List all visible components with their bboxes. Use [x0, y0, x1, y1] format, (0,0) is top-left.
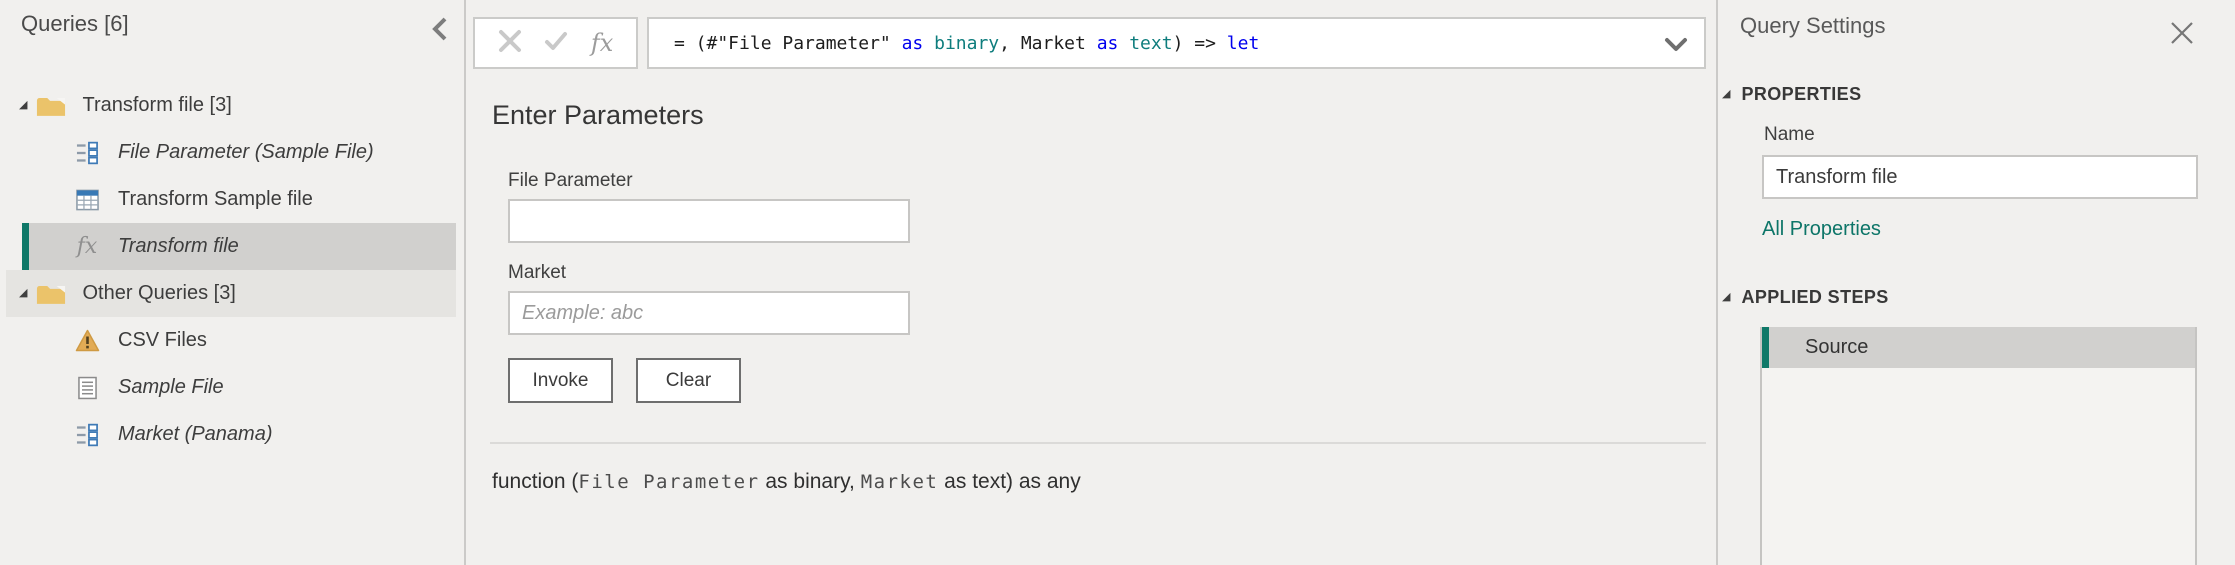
query-item-label: CSV Files: [118, 329, 207, 352]
formula-token-keyword: as: [902, 33, 924, 54]
section-collapse-icon: ◢: [1722, 292, 1730, 303]
query-item-csv-files[interactable]: CSV Files: [0, 317, 456, 364]
all-properties-link[interactable]: All Properties: [1762, 218, 1881, 241]
query-item-label: Transform Sample file: [118, 188, 313, 211]
applied-steps-header-label: APPLIED STEPS: [1741, 287, 1888, 308]
query-item-file-parameter-sample-file[interactable]: File Parameter (Sample File): [0, 129, 456, 176]
selected-accent-bar: [22, 223, 29, 270]
formula-token-plain: , Market: [999, 33, 1097, 54]
selected-accent-bar: [1762, 327, 1769, 368]
properties-header-label: PROPERTIES: [1741, 84, 1861, 105]
close-query-settings-button[interactable]: [2170, 21, 2194, 45]
query-item-label: Sample File: [118, 376, 224, 399]
expand-triangle-icon[interactable]: ◢: [19, 100, 27, 111]
enter-parameters-heading: Enter Parameters: [492, 100, 704, 131]
fx-icon[interactable]: fx: [591, 31, 613, 55]
cancel-formula-icon[interactable]: [498, 29, 522, 58]
function-icon: fx: [72, 236, 102, 258]
commit-formula-icon[interactable]: [544, 29, 568, 58]
function-signature: function (File Parameter as binary, Mark…: [492, 470, 1081, 494]
query-item-market-panama[interactable]: Market (Panama): [0, 411, 456, 458]
signature-text: as text) as any: [938, 470, 1080, 493]
formula-input[interactable]: = (#"File Parameter" as binary, Market a…: [647, 17, 1706, 69]
formula-token-plain: ) =>: [1173, 33, 1227, 54]
table-icon: [72, 189, 102, 211]
applied-steps-section-header[interactable]: ◢ APPLIED STEPS: [1722, 287, 1889, 308]
signature-parameter: File Parameter: [578, 471, 759, 493]
query-settings-divider: [1716, 0, 1718, 565]
signature-parameter: Market: [861, 471, 939, 493]
applied-steps-list: Source: [1760, 327, 2197, 565]
query-item-label: Market (Panama): [118, 423, 273, 446]
signature-text: function (: [492, 470, 578, 493]
market-input[interactable]: [508, 291, 910, 335]
query-settings-title: Query Settings: [1740, 13, 1886, 39]
expand-formula-chevron-down-icon[interactable]: [1664, 37, 1688, 58]
market-label: Market: [508, 262, 566, 284]
folder-icon: [36, 281, 66, 306]
formula-token-type: text: [1129, 33, 1172, 54]
document-icon: [72, 376, 102, 400]
folder-icon: [36, 93, 66, 118]
collapse-queries-pane-button[interactable]: [430, 16, 452, 42]
properties-section-header[interactable]: ◢ PROPERTIES: [1722, 84, 1862, 105]
chevron-left-icon: [430, 29, 452, 46]
clear-button[interactable]: Clear: [636, 358, 741, 403]
formula-token-keyword: as: [1097, 33, 1119, 54]
queries-pane-title: Queries [6]: [21, 11, 129, 37]
parameter-icon: [72, 141, 102, 165]
name-label: Name: [1764, 124, 1815, 146]
query-item-label: Transform file [3]: [82, 94, 231, 117]
query-item-transform-file[interactable]: fx Transform file: [22, 223, 456, 270]
parameter-icon: [72, 423, 102, 447]
file-parameter-label: File Parameter: [508, 170, 633, 192]
query-item-label: File Parameter (Sample File): [118, 141, 374, 164]
formula-bar-actions: fx: [473, 17, 638, 69]
query-item-transform-sample-file[interactable]: Transform Sample file: [0, 176, 456, 223]
invoke-button[interactable]: Invoke: [508, 358, 613, 403]
warning-icon: [72, 329, 102, 352]
query-name-input[interactable]: [1762, 155, 2198, 199]
applied-step-source[interactable]: Source: [1762, 327, 2195, 368]
form-divider: [490, 442, 1706, 444]
signature-text: as binary,: [760, 470, 861, 493]
formula-token-plain: = (#"File Parameter": [674, 33, 902, 54]
section-collapse-icon: ◢: [1722, 89, 1730, 100]
formula-token-keyword: let: [1227, 33, 1260, 54]
file-parameter-input[interactable]: [508, 199, 910, 243]
query-item-sample-file[interactable]: Sample File: [0, 364, 456, 411]
query-item-label: Transform file: [118, 235, 239, 258]
query-item-transform-file-3[interactable]: ◢ Transform file [3]: [6, 82, 456, 129]
formula-token-type: binary: [934, 33, 999, 54]
formula-text: = (#"File Parameter" as binary, Market a…: [674, 33, 1259, 54]
query-item-label: Other Queries [3]: [82, 282, 235, 305]
formula-token-plain: [1118, 33, 1129, 54]
sidebar-divider: [464, 0, 466, 565]
queries-pane: Queries [6] ◢ Transform file [3] File Para…: [0, 0, 464, 565]
query-item-other-queries-3[interactable]: ◢ Other Queries [3]: [6, 270, 456, 317]
formula-token-plain: [923, 33, 934, 54]
applied-step-label: Source: [1805, 336, 1868, 359]
close-icon: [2170, 32, 2194, 49]
expand-triangle-icon[interactable]: ◢: [19, 288, 27, 299]
